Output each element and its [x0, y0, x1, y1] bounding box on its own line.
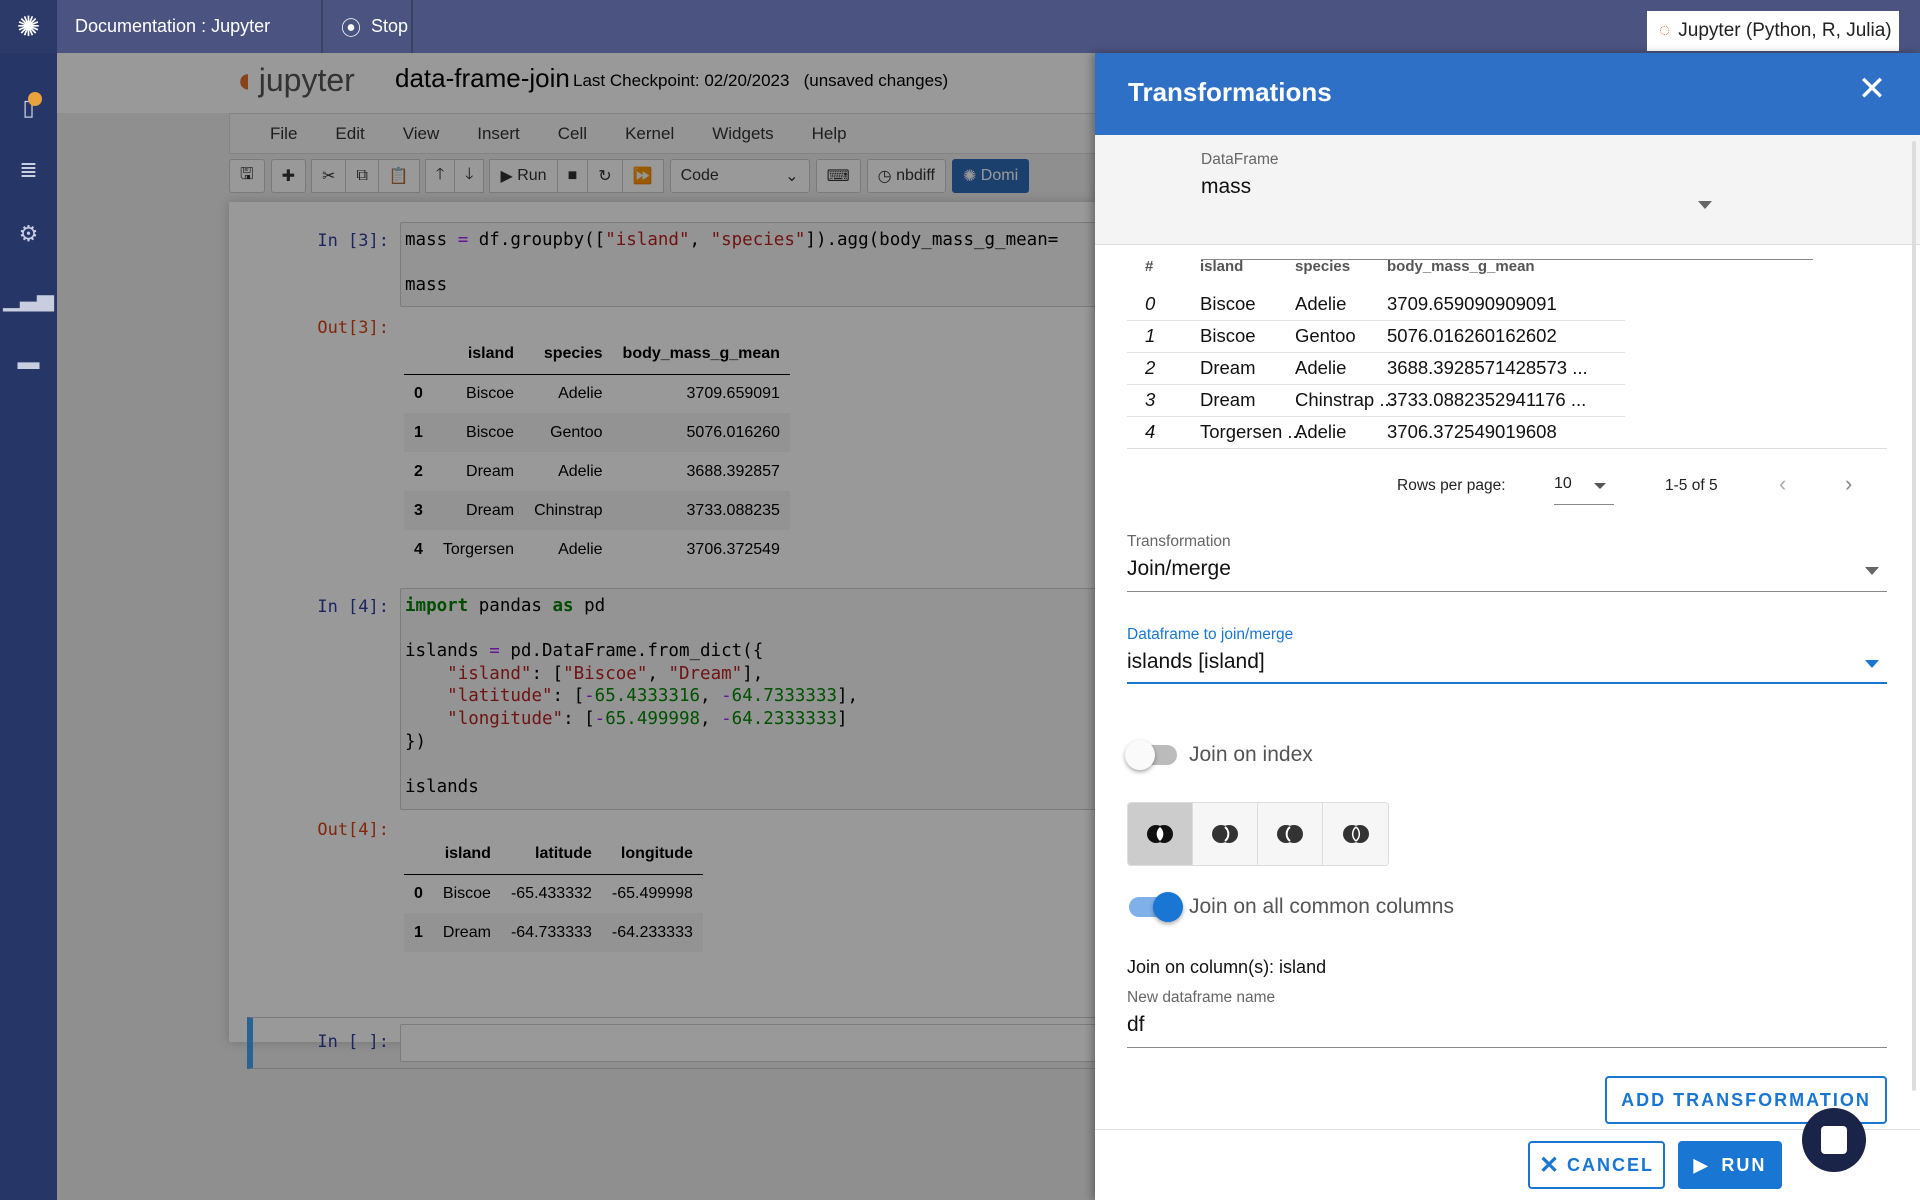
- preview-row: 3 Dream Chinstrap ... 3733.0882352941176 ..…: [1127, 385, 1625, 417]
- panel-header: Transformations ✕: [1095, 53, 1920, 135]
- dataframe-section: DataFrame mass: [1095, 135, 1920, 260]
- toggle-knob: [1125, 740, 1155, 770]
- preview-cell: Adelie: [1295, 421, 1347, 442]
- join-type-group: [1127, 802, 1389, 866]
- preview-cell: 3733.0882352941176 ...: [1387, 389, 1587, 410]
- preview-cell: Chinstrap ...: [1295, 389, 1395, 410]
- workspace-title-text: Documentation : Jupyter: [75, 16, 271, 36]
- join-df-label: Dataframe to join/merge: [1127, 626, 1294, 643]
- dataframe-label: DataFrame: [1201, 151, 1279, 168]
- notification-badge: [28, 92, 42, 106]
- join-common-columns-toggle[interactable]: [1129, 892, 1183, 922]
- preview-cell: 0: [1145, 293, 1156, 314]
- preview-column-header: #: [1145, 258, 1154, 275]
- preview-column-header: species: [1295, 258, 1351, 275]
- chevron-down-icon[interactable]: [1865, 660, 1879, 668]
- rows-per-page-select[interactable]: 10: [1554, 475, 1614, 505]
- preview-cell: Biscoe: [1200, 325, 1256, 346]
- rows-per-page-label: Rows per page:: [1397, 477, 1506, 494]
- preview-cell: Torgersen ...: [1200, 421, 1303, 442]
- preview-cell: Biscoe: [1200, 293, 1256, 314]
- new-name-label: New dataframe name: [1127, 989, 1276, 1006]
- join-df-select[interactable]: islands [island]: [1127, 650, 1265, 674]
- modal-backdrop[interactable]: [57, 53, 1095, 1200]
- inner-join-icon[interactable]: [1128, 803, 1193, 865]
- preview-cell: Adelie: [1295, 293, 1347, 314]
- transformations-panel: Transformations ✕ DataFrame mass Rows pe…: [1095, 53, 1920, 1200]
- new-name-underline: [1127, 1047, 1887, 1048]
- card-icon[interactable]: ▬: [0, 342, 57, 382]
- page-range: 1-5 of 5: [1665, 477, 1718, 494]
- join-on-index-label: Join on index: [1189, 743, 1313, 766]
- stop-button[interactable]: ⦿ Stop: [323, 0, 413, 53]
- preview-cell: 3709.659090909091: [1387, 293, 1557, 314]
- transformation-underline: [1127, 591, 1887, 592]
- chat-icon: [1821, 1126, 1847, 1154]
- preview-cell: 3688.3928571428573 ...: [1387, 357, 1588, 378]
- jupyter-icon: ◌: [1659, 20, 1671, 41]
- transformation-label: Transformation: [1127, 533, 1231, 550]
- close-icon: ✕: [1538, 1151, 1560, 1179]
- preview-column-header: body_mass_g_mean: [1387, 258, 1535, 275]
- preview-cell: 5076.016260162602: [1387, 325, 1557, 346]
- transformation-select[interactable]: Join/merge: [1127, 557, 1231, 581]
- cancel-button[interactable]: ✕ CANCEL: [1528, 1141, 1665, 1189]
- bar-chart-icon[interactable]: ▁▃▅: [0, 279, 57, 319]
- database-icon[interactable]: ≣: [0, 150, 57, 190]
- gear-icon[interactable]: ⚙: [0, 214, 57, 254]
- preview-row: 1 Biscoe Gentoo 5076.016260162602: [1127, 321, 1625, 353]
- preview-cell: Adelie: [1295, 357, 1347, 378]
- chevron-down-icon[interactable]: [1865, 567, 1879, 575]
- scrollbar[interactable]: [1912, 141, 1916, 1091]
- preview-cell: 3: [1145, 389, 1156, 410]
- preview-cell: 1: [1145, 325, 1156, 346]
- close-icon[interactable]: ✕: [1852, 69, 1892, 109]
- preview-row: 2 Dream Adelie 3688.3928571428573 ...: [1127, 353, 1625, 385]
- preview-cell: 4: [1145, 421, 1156, 442]
- preview-row: 4 Torgersen ... Adelie 3706.372549019608: [1127, 417, 1625, 449]
- app-logo[interactable]: ✺: [0, 0, 57, 53]
- kernel-label: Jupyter (Python, R, Julia): [1678, 20, 1892, 41]
- chevron-down-icon[interactable]: [1698, 201, 1712, 209]
- panel-title: Transformations: [1128, 77, 1332, 107]
- kernel-button[interactable]: ◌ Jupyter (Python, R, Julia): [1647, 11, 1899, 51]
- play-icon: ▶: [1693, 1154, 1710, 1175]
- footer-divider: [1095, 1129, 1920, 1130]
- dataframe-select[interactable]: mass: [1201, 175, 1251, 199]
- preview-cell: 3706.372549019608: [1387, 421, 1557, 442]
- outer-join-icon[interactable]: [1323, 803, 1388, 865]
- join-on-index-toggle[interactable]: [1125, 740, 1177, 770]
- preview-cell: Dream: [1200, 357, 1256, 378]
- preview-row: 0 Biscoe Adelie 3709.659090909091: [1127, 289, 1625, 321]
- chevron-right-icon[interactable]: ›: [1845, 471, 1852, 497]
- file-icon[interactable]: ▯: [0, 88, 57, 128]
- toggle-knob: [1153, 892, 1183, 922]
- preview-cell: Gentoo: [1295, 325, 1356, 346]
- new-name-input[interactable]: df: [1127, 1013, 1145, 1037]
- right-join-icon[interactable]: [1258, 803, 1323, 865]
- preview-cell: Dream: [1200, 389, 1256, 410]
- run-button[interactable]: ▶ RUN: [1678, 1141, 1782, 1189]
- chevron-left-icon[interactable]: ‹: [1779, 471, 1786, 497]
- join-df-underline: [1127, 682, 1887, 684]
- preview-column-header: island: [1200, 258, 1244, 275]
- chevron-down-icon: [1594, 483, 1606, 489]
- stop-label: Stop: [371, 16, 409, 36]
- stop-icon: ⦿: [341, 18, 361, 40]
- join-columns-text: Join on column(s): island: [1127, 957, 1327, 977]
- chat-button[interactable]: [1802, 1108, 1866, 1172]
- preview-cell: 2: [1145, 357, 1156, 378]
- left-join-icon[interactable]: [1193, 803, 1258, 865]
- workspace-title: Documentation : Jupyter: [57, 0, 323, 53]
- join-common-columns-label: Join on all common columns: [1189, 895, 1454, 918]
